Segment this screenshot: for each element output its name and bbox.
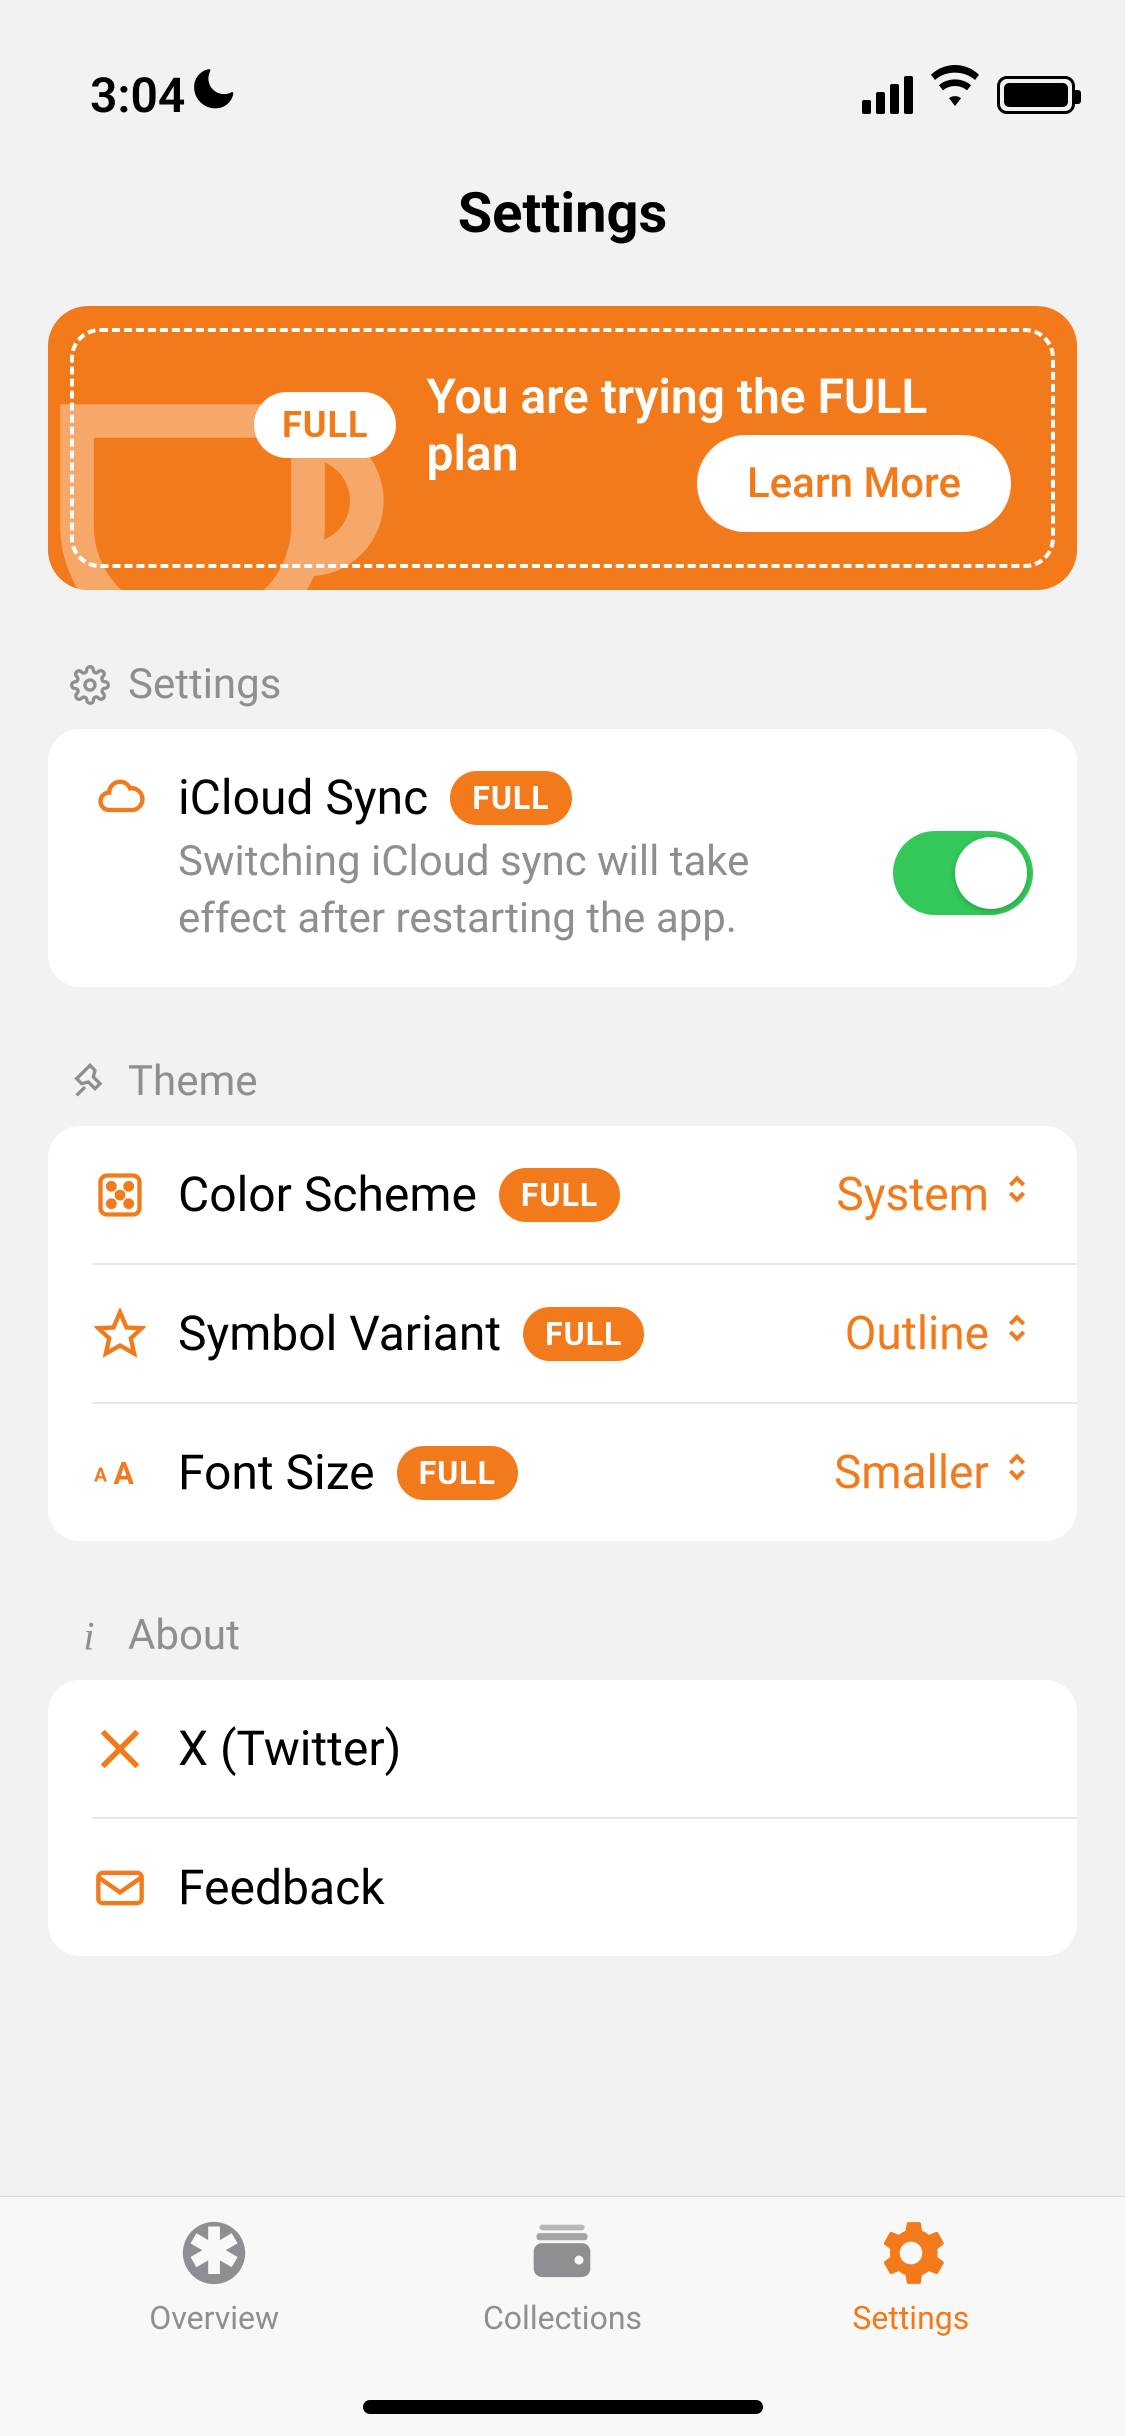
row-title: X (Twitter) [178,1720,401,1777]
status-right [862,65,1075,125]
svg-text:i: i [83,1616,94,1656]
row-color-scheme[interactable]: Color Scheme FULL System [48,1126,1077,1263]
full-badge: FULL [499,1168,620,1222]
tab-settings[interactable]: Settings [738,2217,1083,2436]
status-left: 3:04 [90,67,237,124]
pin-icon [70,1062,110,1102]
row-title: Feedback [178,1859,385,1916]
wifi-icon [931,65,979,125]
page-title: Settings [0,180,1125,246]
row-twitter[interactable]: X (Twitter) [48,1680,1077,1817]
section-label: About [128,1611,240,1660]
gear-icon [70,665,110,705]
svg-text:A: A [114,1457,135,1492]
plan-badge: FULL [254,392,396,458]
svg-text:A: A [94,1464,108,1487]
updown-chevron-icon [1001,1446,1033,1500]
envelope-icon [92,1860,148,1916]
tab-label: Collections [483,2299,642,2337]
tab-overview[interactable]: ✱ Overview [42,2217,387,2436]
row-title: Color Scheme [178,1166,477,1223]
page-header: Settings [0,140,1125,306]
row-value: Smaller [834,1446,1033,1500]
do-not-disturb-icon [193,68,237,123]
row-value: Outline [845,1307,1033,1361]
battery-icon [997,76,1075,114]
row-subtitle: Switching iCloud sync will take effect a… [178,834,863,947]
x-twitter-icon [92,1721,148,1777]
star-icon [92,1306,148,1362]
row-title: Symbol Variant [178,1305,501,1362]
status-bar: 3:04 [0,0,1125,140]
asterisk-icon: ✱ [178,2217,250,2289]
row-title: Font Size [178,1444,375,1501]
section-header-about: i About [70,1611,1055,1660]
full-badge: FULL [450,771,571,825]
home-indicator[interactable] [363,2400,763,2414]
cellular-signal-icon [862,76,913,114]
row-font-size[interactable]: A A Font Size FULL Smaller [92,1402,1077,1541]
dice-icon [92,1167,148,1223]
tab-label: Overview [149,2299,279,2337]
learn-more-button[interactable]: Learn More [697,435,1011,532]
settings-card: iCloud Sync FULL Switching iCloud sync w… [48,729,1077,987]
row-title: iCloud Sync [178,769,428,826]
row-feedback[interactable]: Feedback [92,1817,1077,1956]
updown-chevron-icon [1001,1307,1033,1361]
full-badge: FULL [523,1307,644,1361]
section-label: Settings [128,660,281,709]
gear-icon [875,2217,947,2289]
row-symbol-variant[interactable]: Symbol Variant FULL Outline [92,1263,1077,1402]
status-time: 3:04 [90,67,185,124]
theme-card: Color Scheme FULL System Symbol Variant … [48,1126,1077,1541]
full-badge: FULL [397,1446,518,1500]
tab-bar: ✱ Overview Collections Settings [0,2196,1125,2436]
row-value: System [836,1168,1033,1222]
text-size-icon: A A [92,1445,148,1501]
row-icloud-sync[interactable]: iCloud Sync FULL Switching iCloud sync w… [48,729,1077,987]
section-header-settings: Settings [70,660,1055,709]
section-header-theme: Theme [70,1057,1055,1106]
section-label: Theme [128,1057,258,1106]
icloud-toggle[interactable] [893,831,1033,915]
wallet-icon [526,2217,598,2289]
info-icon: i [70,1616,110,1656]
cloud-icon [92,769,148,825]
svg-text:✱: ✱ [188,2219,240,2287]
promo-card[interactable]: FULL You are trying the FULL plan Learn … [48,306,1077,590]
about-card: X (Twitter) Feedback [48,1680,1077,1956]
updown-chevron-icon [1001,1168,1033,1222]
tab-label: Settings [852,2299,969,2337]
